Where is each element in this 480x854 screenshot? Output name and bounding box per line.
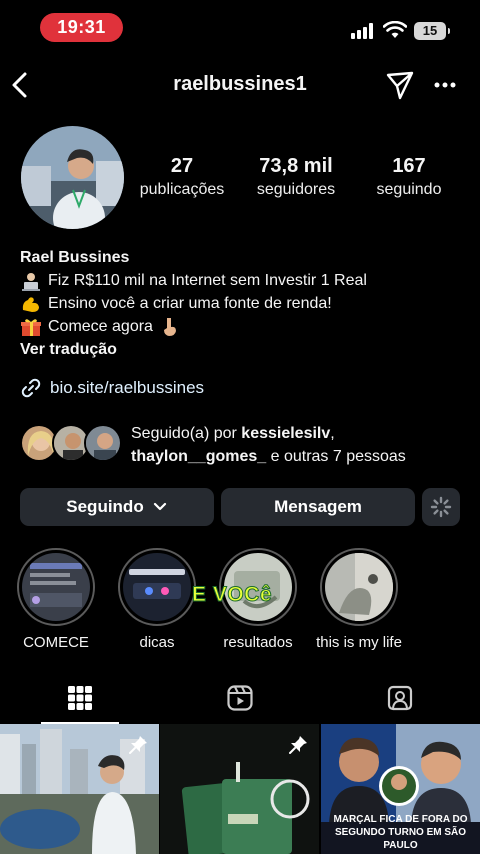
share-profile-button[interactable] (384, 69, 416, 101)
highlight-label: resultados (223, 634, 293, 651)
reels-icon (227, 685, 253, 711)
tab-reels[interactable] (160, 672, 320, 724)
following-button[interactable]: Seguindo (20, 488, 214, 526)
story-highlight[interactable]: this is my life (316, 548, 402, 651)
profile-full-name: Rael Bussines (20, 249, 130, 266)
mutual-prefix: Seguido(a) por (131, 425, 242, 442)
flexed-biceps-icon (20, 294, 42, 314)
following-button-label: Seguindo (66, 497, 144, 516)
chevron-down-icon (153, 502, 166, 511)
laptop-person-icon (20, 271, 42, 291)
highlight-cover (118, 548, 196, 626)
story-highlight[interactable]: COMECE (15, 548, 97, 651)
bio-link-text: bio.site/raelbussines (50, 378, 205, 397)
gift-icon (20, 317, 42, 337)
bio-line-text: Fiz R$110 mil na Internet sem Investir 1… (48, 272, 367, 289)
wifi-icon (382, 20, 408, 39)
mutual-followers-text: Seguido(a) por kessielesilv, thaylon__gom… (131, 422, 471, 468)
mutual-user-1[interactable]: kessielesilv (241, 425, 330, 442)
post-thumbnail[interactable] (0, 724, 159, 854)
status-bar: 19:31 15 (0, 0, 480, 56)
pin-icon (289, 736, 307, 754)
pointing-down-icon (159, 317, 181, 337)
bio-line: Fiz R$110 mil na Internet sem Investir 1… (20, 269, 460, 292)
mutual-suffix: e outras 7 pessoas (266, 448, 406, 465)
status-time[interactable]: 19:31 (40, 13, 123, 42)
highlight-label: dicas (139, 634, 175, 651)
highlight-label: COMECE (23, 634, 89, 651)
highlight-label: this is my life (316, 634, 402, 651)
profile-avatar[interactable] (21, 126, 124, 229)
pin-icon (129, 736, 147, 754)
highlight-overlay-text: E VOCê (191, 583, 273, 607)
grid-icon (68, 686, 92, 710)
avatar (84, 424, 122, 462)
followers-count[interactable]: 73,8 mil seguidores (248, 155, 344, 199)
mutual-user-2[interactable]: thaylon__gomes_ (131, 448, 266, 465)
suggested-accounts-button[interactable] (422, 488, 460, 526)
battery-icon: 15 (414, 22, 450, 40)
more-options-button[interactable] (430, 73, 460, 97)
message-button-label: Mensagem (274, 497, 362, 516)
tagged-person-icon (387, 685, 413, 711)
tab-posts-grid[interactable] (0, 672, 160, 724)
send-icon (386, 71, 414, 100)
link-icon (21, 378, 41, 398)
cellular-signal-icon (351, 23, 375, 39)
posts-count-label: publicações (139, 181, 225, 198)
highlight-cover (320, 548, 398, 626)
posts-count-value: 27 (170, 155, 194, 177)
mutual-separator: , (330, 425, 335, 442)
highlight-cover (17, 548, 95, 626)
profile-header: raelbussines1 (0, 56, 480, 114)
following-count[interactable]: 167 seguindo (364, 155, 454, 199)
following-count-value: 167 (392, 155, 426, 177)
followers-count-value: 73,8 mil (259, 155, 333, 177)
bio-line: Comece agora (20, 315, 460, 338)
message-button[interactable]: Mensagem (221, 488, 415, 526)
bio-line-text: Ensino você a criar uma fonte de renda! (48, 295, 332, 312)
posts-count[interactable]: 27 publicações (134, 155, 230, 199)
bio-line-text: Comece agora (48, 318, 153, 335)
followers-count-label: seguidores (256, 181, 336, 198)
loading-spinner-icon (430, 496, 452, 518)
more-horizontal-icon (434, 82, 456, 88)
post-thumbnail[interactable] (160, 724, 319, 854)
tab-tagged[interactable] (320, 672, 480, 724)
profile-bio: Rael Bussines Fiz R$110 mil na Internet … (20, 246, 460, 361)
post-caption-overlay: MARÇAL FICA DE FORA DO SEGUNDO TURNO EM … (333, 814, 468, 851)
mutual-avatars (20, 424, 125, 464)
post-thumbnail[interactable]: MARÇAL FICA DE FORA DO SEGUNDO TURNO EM … (321, 724, 480, 854)
story-highlight[interactable]: dicas (116, 548, 198, 651)
following-count-label: seguindo (376, 181, 442, 198)
bio-line: Ensino você a criar uma fonte de renda! (20, 292, 460, 315)
posts-grid: MARÇAL FICA DE FORA DO SEGUNDO TURNO EM … (0, 724, 480, 854)
see-translation-link[interactable]: Ver tradução (20, 338, 460, 361)
profile-tabs (0, 672, 480, 724)
bio-link[interactable]: bio.site/raelbussines (20, 377, 204, 399)
mutual-followers[interactable]: Seguido(a) por kessielesilv, thaylon__gom… (20, 420, 470, 470)
